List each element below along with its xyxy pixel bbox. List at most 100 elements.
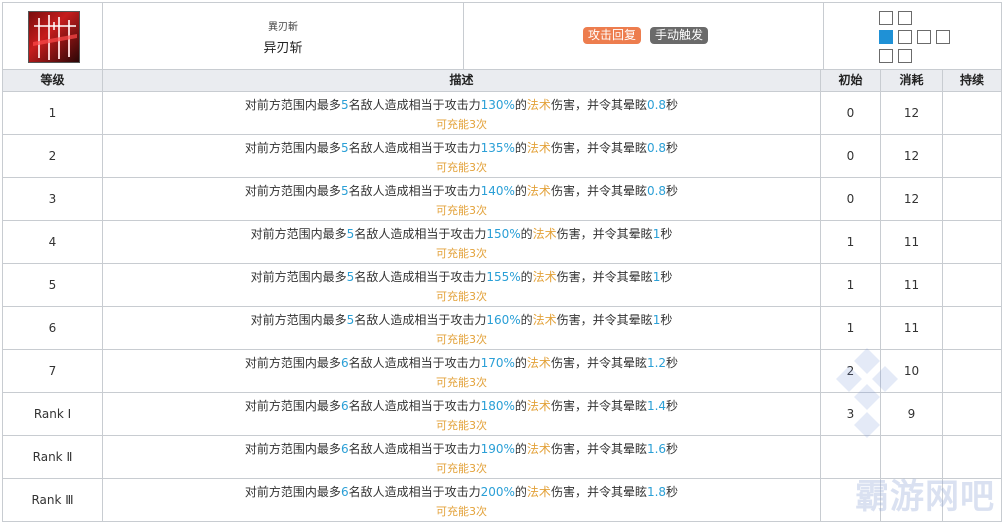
desc-text: 的 <box>514 442 527 456</box>
desc-text: 名敌人造成相当于攻击力 <box>354 270 487 284</box>
cell-sp-cost: 11 <box>881 221 943 263</box>
cell-initial-sp: 0 <box>821 92 881 134</box>
cell-duration <box>943 393 1001 435</box>
cell-initial-sp <box>821 436 881 478</box>
desc-text: 对前方范围内最多 <box>244 485 341 499</box>
desc-text: 对前方范围内最多 <box>244 98 341 112</box>
desc-damage-percent: 190% <box>480 442 515 456</box>
skill-name-sub: 異刃斬 <box>268 22 298 33</box>
desc-text: 伤害，并令其晕眩 <box>550 184 647 198</box>
desc-text: 秒 <box>666 98 679 112</box>
desc-target-count: 6 <box>340 399 349 413</box>
desc-charges: 可充能3次 <box>436 376 487 389</box>
desc-damage-percent: 130% <box>480 98 515 112</box>
desc-text: 对前方范围内最多 <box>244 184 341 198</box>
col-header-cost: 消耗 <box>881 70 943 91</box>
desc-text: 秒 <box>666 399 679 413</box>
desc-text: 对前方范围内最多 <box>250 313 347 327</box>
skill-icon <box>28 11 80 63</box>
cell-initial-sp: 1 <box>821 221 881 263</box>
desc-damage-type: 法术 <box>526 485 551 499</box>
cell-description: 对前方范围内最多5名敌人造成相当于攻击力160%的法术伤害，并令其晕眩1秒 可充… <box>103 307 821 349</box>
cell-duration <box>943 221 1001 263</box>
desc-stun-duration: 0.8 <box>646 184 667 198</box>
desc-target-count: 6 <box>340 485 349 499</box>
desc-damage-percent: 170% <box>480 356 515 370</box>
skill-name: 异刃斩 <box>263 41 303 56</box>
desc-damage-type: 法术 <box>532 313 557 327</box>
desc-text: 的 <box>514 399 527 413</box>
desc-charges: 可充能3次 <box>436 161 487 174</box>
cell-sp-cost: 12 <box>881 92 943 134</box>
cell-description: 对前方范围内最多6名敌人造成相当于攻击力190%的法术伤害，并令其晕眩1.6秒 … <box>103 436 821 478</box>
desc-damage-type: 法术 <box>526 356 551 370</box>
desc-text: 伤害，并令其晕眩 <box>550 356 647 370</box>
desc-damage-percent: 135% <box>480 141 515 155</box>
cell-duration <box>943 307 1001 349</box>
cell-level: 6 <box>3 307 103 349</box>
desc-text: 对前方范围内最多 <box>250 227 347 241</box>
desc-text: 伤害，并令其晕眩 <box>550 141 647 155</box>
table-row: Rank Ⅲ 对前方范围内最多6名敌人造成相当于攻击力200%的法术伤害，并令其… <box>3 479 1001 522</box>
cell-level: 7 <box>3 350 103 392</box>
desc-text: 对前方范围内最多 <box>244 399 341 413</box>
desc-charges: 可充能3次 <box>436 333 487 346</box>
desc-charges: 可充能3次 <box>436 505 487 518</box>
desc-text: 对前方范围内最多 <box>250 270 347 284</box>
cell-sp-cost: 11 <box>881 264 943 306</box>
range-tile-self <box>879 30 893 44</box>
desc-text: 名敌人造成相当于攻击力 <box>354 227 487 241</box>
cell-initial-sp: 3 <box>821 393 881 435</box>
desc-text: 的 <box>514 98 527 112</box>
desc-stun-duration: 1.2 <box>646 356 667 370</box>
desc-text: 伤害，并令其晕眩 <box>556 270 653 284</box>
desc-damage-type: 法术 <box>526 98 551 112</box>
skill-tags-cell: 攻击回复 手动触发 <box>464 3 824 69</box>
cell-description: 对前方范围内最多6名敌人造成相当于攻击力170%的法术伤害，并令其晕眩1.2秒 … <box>103 350 821 392</box>
desc-target-count: 5 <box>340 184 349 198</box>
table-header: 等级 描述 初始 消耗 持续 <box>3 69 1001 92</box>
desc-text: 伤害，并令其晕眩 <box>556 227 653 241</box>
range-tile <box>879 11 893 25</box>
cell-initial-sp: 1 <box>821 264 881 306</box>
cell-sp-cost <box>881 436 943 478</box>
table-row: Rank Ⅱ 对前方范围内最多6名敌人造成相当于攻击力190%的法术伤害，并令其… <box>3 436 1001 479</box>
cell-duration <box>943 135 1001 177</box>
skill-header: 異刃斬 异刃斩 攻击回复 手动触发 <box>3 3 1001 69</box>
desc-damage-type: 法术 <box>526 184 551 198</box>
desc-text: 伤害，并令其晕眩 <box>550 485 647 499</box>
desc-damage-type: 法术 <box>532 270 557 284</box>
cell-duration <box>943 479 1001 521</box>
cell-description: 对前方范围内最多5名敌人造成相当于攻击力150%的法术伤害，并令其晕眩1秒 可充… <box>103 221 821 263</box>
range-tile <box>898 49 912 63</box>
desc-text: 名敌人造成相当于攻击力 <box>348 141 481 155</box>
desc-text: 秒 <box>666 141 679 155</box>
desc-text: 的 <box>514 184 527 198</box>
desc-text: 名敌人造成相当于攻击力 <box>348 485 481 499</box>
table-row: Rank Ⅰ 对前方范围内最多6名敌人造成相当于攻击力180%的法术伤害，并令其… <box>3 393 1001 436</box>
skill-name-cell: 異刃斬 异刃斩 <box>103 3 464 69</box>
cell-initial-sp: 1 <box>821 307 881 349</box>
desc-damage-percent: 160% <box>486 313 521 327</box>
desc-damage-type: 法术 <box>526 141 551 155</box>
desc-charges: 可充能3次 <box>436 462 487 475</box>
table-row: 2 对前方范围内最多5名敌人造成相当于攻击力135%的法术伤害，并令其晕眩0.8… <box>3 135 1001 178</box>
desc-damage-percent: 180% <box>480 399 515 413</box>
desc-text: 对前方范围内最多 <box>244 356 341 370</box>
cell-sp-cost: 10 <box>881 350 943 392</box>
cell-sp-cost: 9 <box>881 393 943 435</box>
table-row: 6 对前方范围内最多5名敌人造成相当于攻击力160%的法术伤害，并令其晕眩1秒 … <box>3 307 1001 350</box>
attack-range-grid <box>824 3 1001 69</box>
desc-text: 秒 <box>660 313 673 327</box>
col-header-description: 描述 <box>103 70 821 91</box>
cell-description: 对前方范围内最多5名敌人造成相当于攻击力155%的法术伤害，并令其晕眩1秒 可充… <box>103 264 821 306</box>
desc-damage-type: 法术 <box>532 227 557 241</box>
range-tile <box>917 30 931 44</box>
desc-text: 伤害，并令其晕眩 <box>556 313 653 327</box>
cell-initial-sp: 2 <box>821 350 881 392</box>
desc-text: 名敌人造成相当于攻击力 <box>348 184 481 198</box>
desc-target-count: 5 <box>340 98 349 112</box>
desc-target-count: 6 <box>340 356 349 370</box>
desc-damage-percent: 140% <box>480 184 515 198</box>
desc-damage-percent: 200% <box>480 485 515 499</box>
